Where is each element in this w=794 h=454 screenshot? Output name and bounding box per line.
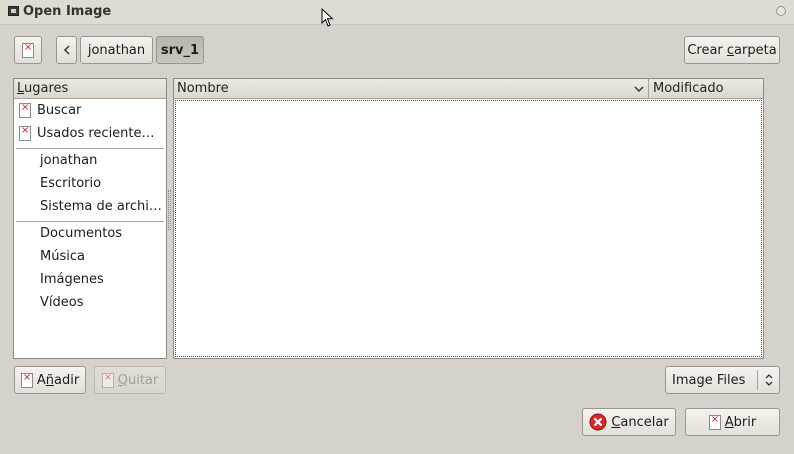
column-modified-label: Modificado [653,81,724,96]
places-header-label: Lugares [17,81,69,96]
places-item-filesystem[interactable]: Sistema de archi… [15,195,165,217]
path-segment-srv1[interactable]: srv_1 [156,36,204,64]
places-item-documents[interactable]: Documentos [15,222,165,244]
places-item-videos[interactable]: Vídeos [15,291,165,313]
cancel-icon [589,413,607,431]
chevron-left-icon [63,45,70,55]
search-icon [19,102,31,118]
cancel-button[interactable]: Cancelar [582,408,676,436]
window-icon [8,6,19,16]
places-item-music[interactable]: Música [15,245,165,267]
file-list-area[interactable] [175,100,762,357]
add-bookmark-button[interactable]: Añadir [14,366,86,394]
add-bookmark-label: Añadir [36,372,80,388]
location-icon [22,42,34,58]
file-type-filter-select[interactable]: Image Files [665,366,780,394]
updown-arrows-icon [765,374,773,386]
window-title: Open Image [23,4,112,19]
column-header-name[interactable]: Nombre [174,79,649,99]
recent-icon [19,125,31,141]
add-icon [20,372,33,388]
title-bar: Open Image [0,0,794,25]
places-panel: Lugares Buscar Usados reciente… jonathan… [13,78,167,359]
places-item-search[interactable]: Buscar [15,99,165,121]
pane-splitter[interactable] [168,190,171,230]
toggle-location-button[interactable] [14,36,42,64]
places-item-recent[interactable]: Usados reciente… [15,122,165,144]
places-item-desktop[interactable]: Escritorio [15,172,165,194]
column-header-modified[interactable]: Modificado [649,79,763,99]
places-header[interactable]: Lugares [14,79,166,99]
open-icon [708,414,721,430]
column-name-label: Nombre [177,81,229,96]
filter-divider [757,370,758,390]
path-segment-label: srv_1 [160,42,200,58]
cancel-label: Cancelar [611,414,669,430]
places-item-home[interactable]: jonathan [15,149,165,171]
open-label: Abrir [724,414,757,430]
create-folder-button[interactable]: Crear carpeta [684,36,780,64]
path-back-button[interactable] [56,36,77,64]
file-list-panel: Nombre Modificado [173,78,764,359]
create-folder-label: Crear carpeta [687,42,777,58]
remove-bookmark-label: Quitar [117,372,159,388]
open-button[interactable]: Abrir [685,408,780,436]
remove-bookmark-button[interactable]: Quitar [94,366,166,394]
places-item-pictures[interactable]: Imágenes [15,268,165,290]
mouse-cursor-icon [321,8,334,27]
path-segment-jonathan[interactable]: jonathan [80,36,153,64]
path-segment-label: jonathan [87,42,146,58]
filter-selected-label: Image Files [672,372,746,388]
close-window-icon[interactable] [776,6,786,16]
sort-descending-icon [634,86,644,93]
remove-icon [101,372,114,388]
